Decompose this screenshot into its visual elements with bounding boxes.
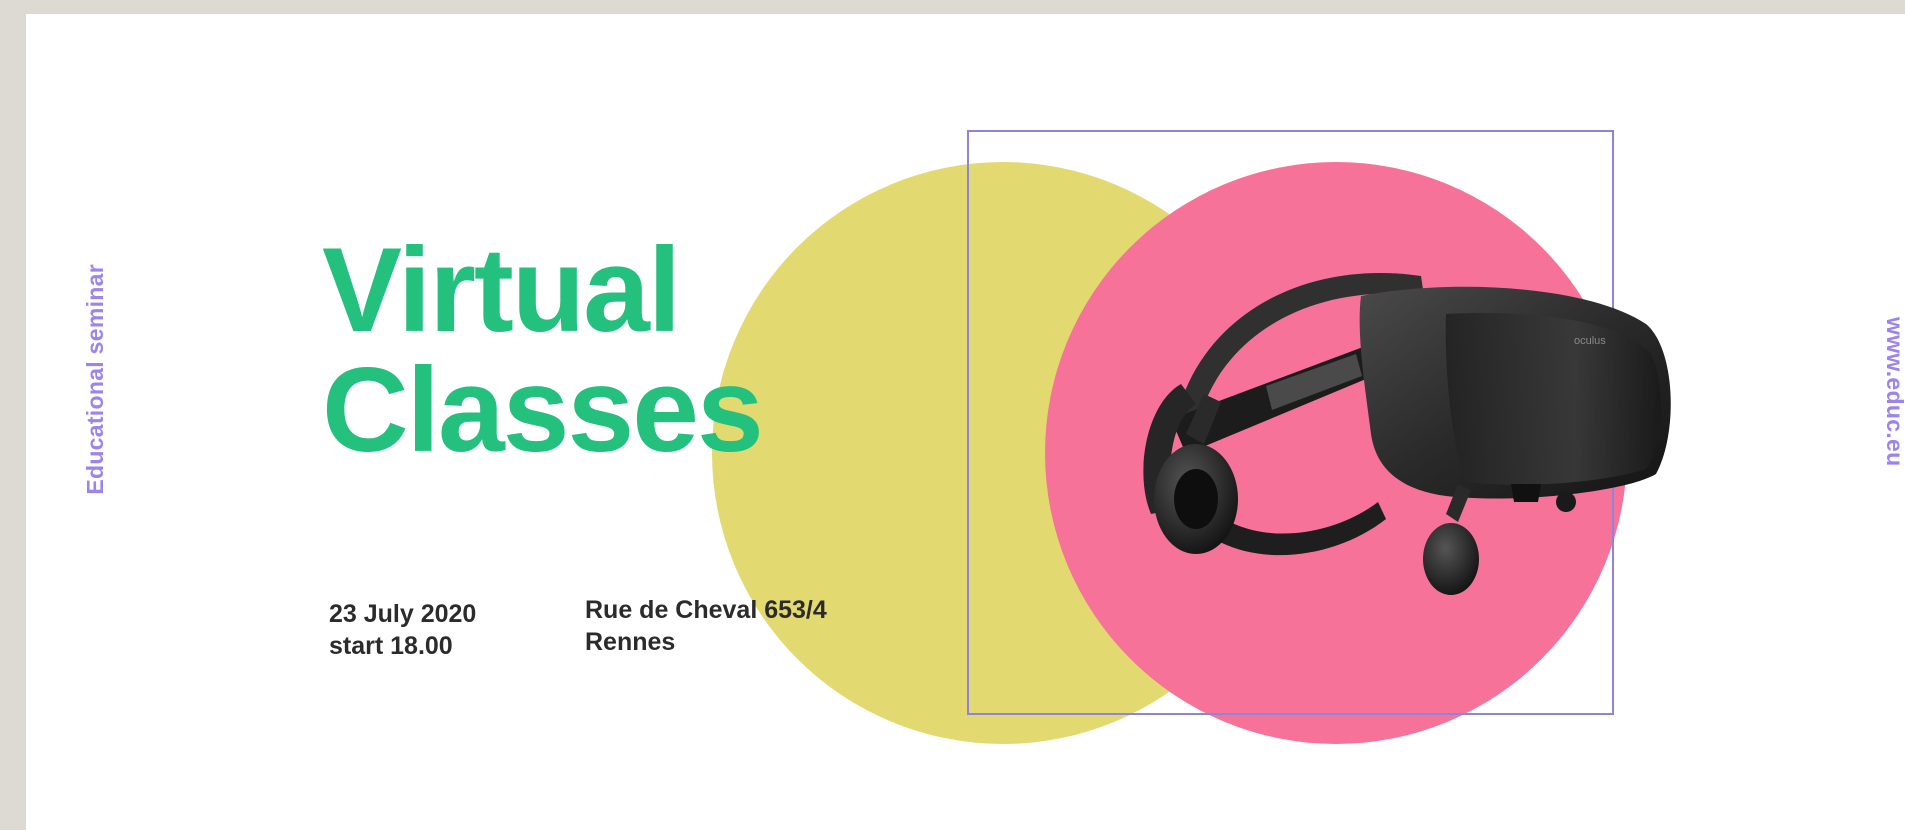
event-street-address: Rue de Cheval 653/4 (585, 596, 827, 624)
svg-text:oculus: oculus (1574, 335, 1606, 347)
event-city: Rennes (585, 628, 676, 656)
page: oculus Educational seminar www.educ.eu V… (0, 0, 1905, 830)
poster-artwork: oculus (712, 130, 1671, 744)
event-start-time: start 18.00 (329, 632, 453, 660)
event-date: 23 July 2020 (329, 600, 477, 628)
headline-line-2: Classes (322, 343, 764, 477)
side-label-website[interactable]: www.educ.eu (1881, 317, 1905, 466)
headline-line-1: Virtual (322, 223, 681, 357)
side-label-seminar: Educational seminar (82, 264, 108, 495)
poster-card: oculus Educational seminar www.educ.eu V… (26, 14, 1905, 830)
